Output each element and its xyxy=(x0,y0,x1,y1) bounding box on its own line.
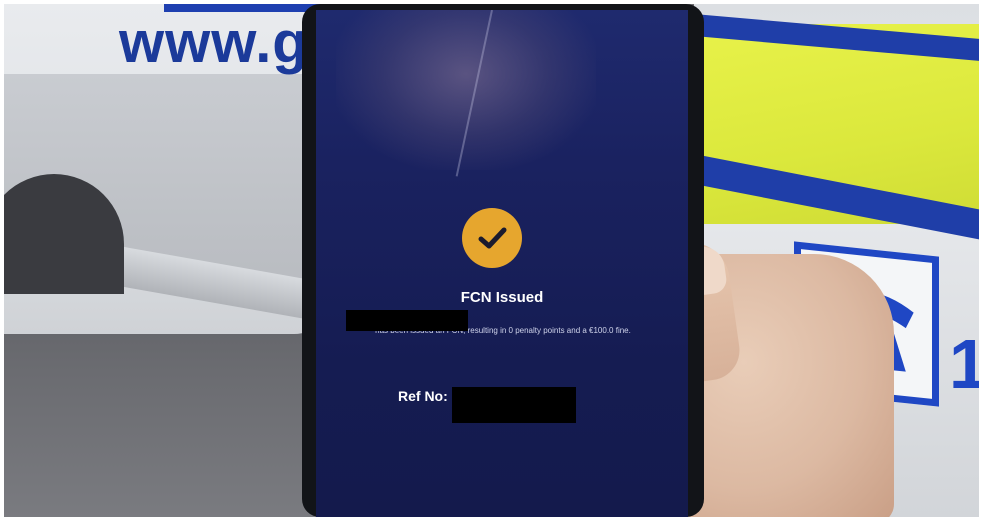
phone-screen: FCN Issued has been issued an FCN, resul… xyxy=(316,10,688,517)
checkmark-icon xyxy=(478,227,507,249)
status-title: FCN Issued xyxy=(460,289,544,306)
plate-digit: 1 xyxy=(949,325,979,403)
ref-label: Ref No: xyxy=(398,388,448,404)
success-badge xyxy=(462,208,522,268)
photo: www.gar 1 FCN Issued has been issued an … xyxy=(4,4,979,517)
redaction-bar-name xyxy=(346,310,468,331)
redaction-bar-ref xyxy=(452,387,576,423)
screen-reflection xyxy=(336,10,596,170)
